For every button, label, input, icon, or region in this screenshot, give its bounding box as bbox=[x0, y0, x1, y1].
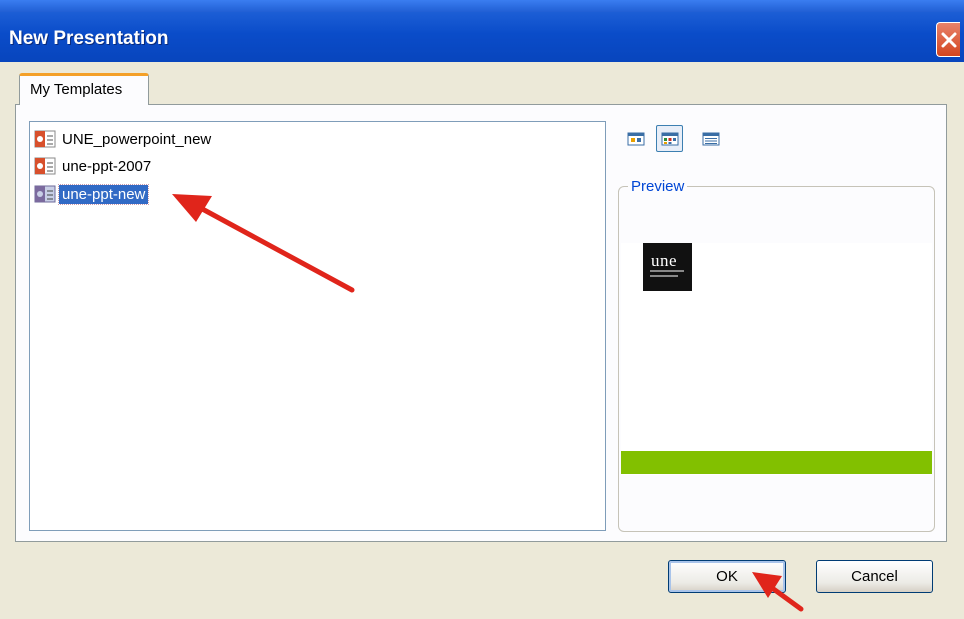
logo-subtitle-line bbox=[650, 275, 678, 277]
logo-subtitle-line bbox=[650, 270, 684, 272]
ok-button[interactable]: OK bbox=[668, 560, 786, 593]
list-item-label: UNE_powerpoint_new bbox=[62, 130, 212, 148]
list-item-label: une-ppt-new bbox=[57, 183, 150, 205]
preview-label: Preview bbox=[628, 178, 688, 195]
close-button[interactable] bbox=[936, 22, 960, 57]
une-logo-text: une bbox=[651, 251, 678, 270]
large-icons-view-button[interactable] bbox=[622, 125, 649, 152]
powerpoint-template-icon bbox=[34, 156, 56, 176]
powerpoint-template-icon bbox=[34, 184, 56, 204]
title-bar: New Presentation bbox=[0, 0, 964, 62]
powerpoint-template-icon bbox=[34, 129, 56, 149]
list-item[interactable]: UNE_powerpoint_new bbox=[34, 128, 214, 150]
list-item-label: une-ppt-2007 bbox=[62, 157, 152, 175]
cancel-button[interactable]: Cancel bbox=[816, 560, 933, 593]
window-title: New Presentation bbox=[9, 28, 169, 49]
details-view-icon bbox=[702, 132, 719, 145]
list-view-button[interactable] bbox=[656, 125, 683, 152]
details-view-button[interactable] bbox=[697, 125, 724, 152]
title-bar-top bbox=[0, 0, 964, 12]
close-icon bbox=[941, 32, 957, 48]
preview-footer-bar bbox=[621, 451, 932, 474]
list-item[interactable]: une-ppt-2007 bbox=[34, 155, 154, 177]
list-view-icon bbox=[661, 132, 678, 145]
list-item-selected[interactable]: une-ppt-new bbox=[34, 183, 150, 205]
large-icons-view-icon bbox=[627, 132, 644, 145]
tab-my-templates[interactable]: My Templates bbox=[19, 73, 149, 105]
